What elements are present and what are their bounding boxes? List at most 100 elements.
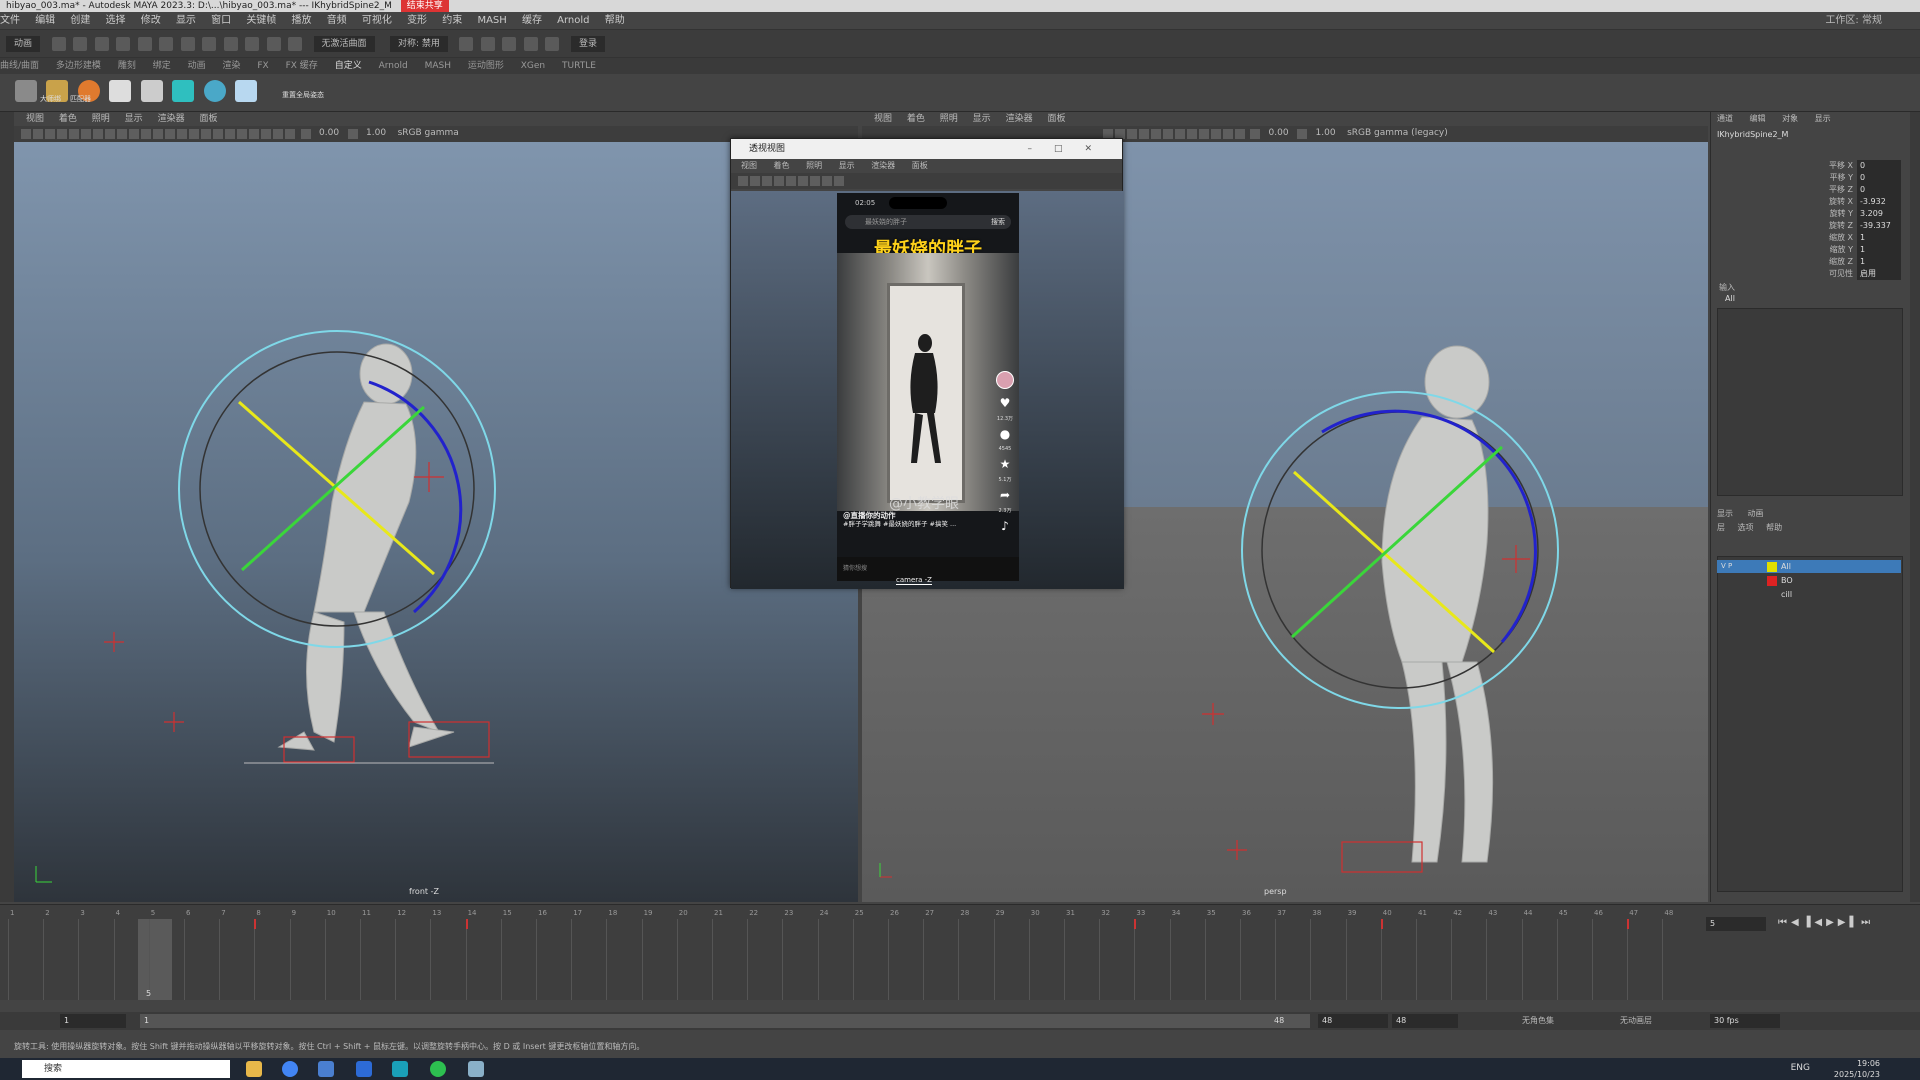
menu-playback[interactable]: 播放 [292,15,312,26]
vp-menu-shading[interactable]: 着色 [907,114,925,124]
shelf-tab[interactable]: XGen [521,61,545,71]
save-scene-icon[interactable] [94,37,109,51]
shelf-tab[interactable]: 多边形建模 [56,61,101,71]
layer-menu-layers[interactable]: 层 [1717,523,1725,532]
workspace-selector[interactable]: 工作区: 常规 [1825,12,1882,29]
grid-icon[interactable] [750,176,760,186]
reset-pose-button[interactable]: 重置全局姿态 [282,90,324,100]
keyframe-marker[interactable] [465,919,468,929]
menu-deform[interactable]: 变形 [407,15,427,26]
menu-set-dropdown[interactable]: 动画 [6,36,41,52]
layer-row-bo[interactable]: BO [1717,574,1901,587]
isolate-icon[interactable] [249,129,259,139]
end-share-button[interactable]: 结束共享 [400,0,449,12]
wireframe-icon[interactable] [762,176,772,186]
vp-menu-show[interactable]: 显示 [125,114,143,124]
snap-curve-icon[interactable] [245,37,260,51]
layer-row-all[interactable]: V P All [1717,560,1901,573]
lights-icon[interactable] [798,176,808,186]
aa-icon[interactable] [237,129,247,139]
open-scene-icon[interactable] [73,37,88,51]
shelf-tab[interactable]: 绑定 [153,61,171,71]
range-slider-bar[interactable]: 1 [140,1014,1310,1028]
menu-display[interactable]: 显示 [176,15,196,26]
attr-rotate-x[interactable]: 旋转 X -3.932 [1811,196,1907,208]
menu-modify[interactable]: 修改 [141,15,161,26]
bookmark-icon[interactable] [45,129,55,139]
time-slider[interactable]: 1 2 3 4 5 6 7 8 9 10 11 12 13 14 15 16 17 18 19 20 21 22 23 24 2… [0,904,1700,1000]
exposure-value[interactable]: 0.00 [319,128,339,138]
textured-icon[interactable] [1138,129,1149,139]
shelf-tab[interactable]: 动画 [188,61,206,71]
file-explorer-icon[interactable] [246,1061,262,1077]
vp-menu-show[interactable]: 显示 [839,161,855,170]
menu-audio[interactable]: 音频 [327,15,347,26]
menu-windows[interactable]: 窗口 [211,15,231,26]
new-scene-icon[interactable] [51,37,66,51]
shadows-icon[interactable] [201,129,211,139]
camera-attr-icon[interactable] [33,129,43,139]
layer-menu-options[interactable]: 选项 [1738,523,1754,532]
attr-rotate-z[interactable]: 旋转 Z -39.337 [1811,220,1907,232]
shelf-tab-custom[interactable]: 自定义 [335,61,362,71]
textured-icon[interactable] [177,129,187,139]
shield-icon[interactable] [140,80,163,102]
snap-grid-icon[interactable] [223,37,238,51]
default-material-icon[interactable] [165,129,175,139]
field-chart-icon[interactable] [117,129,127,139]
undo-icon[interactable] [116,37,131,51]
master-rig-button[interactable] [14,80,37,102]
window-controls[interactable]: –□✕ [1027,139,1114,159]
character-set-dropdown[interactable]: 无角色集 [1522,1014,1554,1028]
default-material-icon[interactable] [1126,129,1137,139]
transport-buttons[interactable]: ⏮◀▐◀▶▶▌⏭ [1778,917,1874,928]
attr-rotate-y[interactable]: 旋转 Y 3.209 [1811,208,1907,220]
clock[interactable]: 19:06 2025/10/23 [1834,1058,1880,1080]
menu-file[interactable]: 文件 [0,15,20,26]
vp-menu-lighting[interactable]: 照明 [940,114,958,124]
image-plane-icon[interactable] [57,129,67,139]
layer-menu-help[interactable]: 帮助 [1766,523,1782,532]
snap-point-icon[interactable] [266,37,281,51]
xray-icon[interactable] [822,176,832,186]
camera-icon[interactable] [21,129,31,139]
colorspace-label[interactable]: sRGB gamma (legacy) [1347,128,1448,138]
shelf-tab[interactable]: 渲染 [222,61,240,71]
floating-viewport[interactable]: 02:05 最妖娆的胖子 搜索 最妖娆的胖子 ♥ 12.3万 ● 4545 ★ … [731,191,1124,589]
grid-icon[interactable] [69,129,79,139]
layer-tab-display[interactable]: 显示 [1717,509,1733,518]
vp-menu-show[interactable]: 显示 [973,114,991,124]
attr-scale-x[interactable]: 缩放 X1 [1811,232,1907,244]
floating-window-titlebar[interactable]: 透视视图 –□✕ [731,139,1122,159]
aa-icon[interactable] [1186,129,1197,139]
attr-translate-y[interactable]: 平移 Y0 [1811,172,1907,184]
taskbar-search[interactable]: 搜索 [22,1060,230,1078]
exposure-icon[interactable] [1250,129,1260,139]
input-language[interactable]: ENG [1791,1063,1810,1073]
shelf-tab[interactable]: 雕刻 [118,61,136,71]
attr-scale-y[interactable]: 缩放 Y1 [1811,244,1907,256]
shelf-tab[interactable]: MASH [425,61,451,71]
remote-desktop-icon[interactable] [318,1061,334,1077]
menu-select[interactable]: 选择 [106,15,126,26]
attr-visibility[interactable]: 可见性 启用 [1811,268,1907,280]
render-settings-icon[interactable] [523,37,538,51]
wireframe-icon[interactable] [141,129,151,139]
cb-menu-object[interactable]: 对象 [1782,114,1798,123]
smooth-shade-icon[interactable] [153,129,163,139]
keyframe-marker[interactable] [1627,919,1630,929]
render-view-icon[interactable] [459,37,474,51]
keyframe-marker[interactable] [1380,919,1383,929]
resolution-gate-icon[interactable] [93,129,103,139]
cb-menu-channels[interactable]: 通道 [1717,114,1733,123]
xray-icon[interactable] [1210,129,1221,139]
vp-menu-lighting[interactable]: 照明 [806,161,822,170]
vp-menu-panels[interactable]: 面板 [199,114,217,124]
menu-constrain[interactable]: 约束 [442,15,462,26]
isolate-icon[interactable] [1198,129,1209,139]
live-surface-dropdown[interactable]: 无激活曲面 [313,36,375,52]
select-object-icon[interactable] [180,37,195,51]
motion-blur-icon[interactable] [225,129,235,139]
t-pose-icon[interactable] [109,80,131,102]
menu-edit[interactable]: 编辑 [35,15,55,26]
